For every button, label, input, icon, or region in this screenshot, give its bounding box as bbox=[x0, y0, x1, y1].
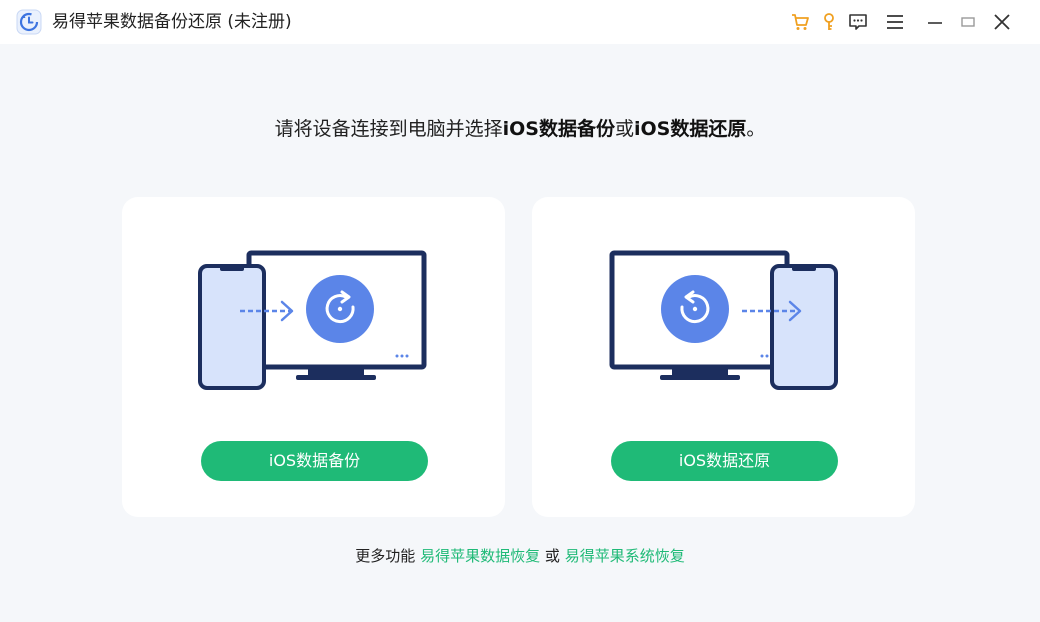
instruction-backup-bold: iOS数据备份 bbox=[502, 118, 615, 140]
instruction-or: 或 bbox=[614, 118, 634, 140]
menu-icon bbox=[887, 15, 903, 29]
backup-card[interactable]: iOS数据备份 bbox=[122, 197, 505, 517]
app-title: 易得苹果数据备份还原 (未注册) bbox=[52, 12, 292, 32]
footer-more-features: 更多功能 易得苹果数据恢复 或 易得苹果系统恢复 bbox=[0, 545, 1040, 567]
cart-icon bbox=[792, 14, 809, 30]
footer-prefix: 更多功能 bbox=[355, 547, 416, 565]
ios-restore-button[interactable]: iOS数据还原 bbox=[611, 441, 838, 481]
ios-backup-button[interactable]: iOS数据备份 bbox=[201, 441, 428, 481]
feedback-button[interactable] bbox=[844, 8, 872, 36]
instruction-restore-bold: iOS数据还原 bbox=[634, 118, 747, 140]
title-bar: 易得苹果数据备份还原 (未注册) bbox=[0, 0, 1040, 44]
close-icon bbox=[994, 14, 1010, 30]
restore-illustration bbox=[609, 250, 838, 390]
system-recovery-link[interactable]: 易得苹果系统恢复 bbox=[565, 547, 685, 565]
backup-illustration bbox=[198, 250, 427, 390]
instruction-suffix: 。 bbox=[746, 118, 766, 140]
key-icon bbox=[824, 13, 834, 30]
menu-button[interactable] bbox=[881, 8, 909, 36]
minimize-button[interactable] bbox=[921, 8, 949, 36]
minimize-icon bbox=[928, 22, 942, 24]
maximize-icon bbox=[961, 17, 975, 27]
instruction-prefix: 请将设备连接到电脑并选择 bbox=[274, 118, 503, 140]
close-button[interactable] bbox=[988, 8, 1016, 36]
cart-button[interactable] bbox=[786, 8, 814, 36]
app-logo-icon bbox=[16, 9, 42, 35]
footer-or: 或 bbox=[544, 547, 560, 565]
restore-card[interactable]: iOS数据还原 bbox=[532, 197, 915, 517]
instruction-text: 请将设备连接到电脑并选择iOS数据备份或iOS数据还原。 bbox=[0, 116, 1040, 142]
feedback-icon bbox=[849, 14, 867, 30]
register-key-button[interactable] bbox=[815, 8, 843, 36]
maximize-button[interactable] bbox=[954, 8, 982, 36]
data-recovery-link[interactable]: 易得苹果数据恢复 bbox=[420, 547, 540, 565]
